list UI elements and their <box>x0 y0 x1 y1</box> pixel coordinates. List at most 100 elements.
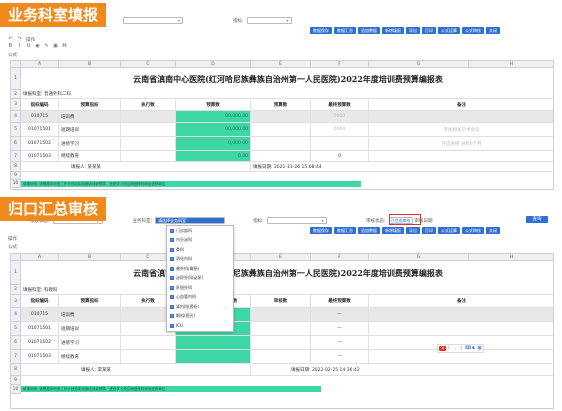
cell-code[interactable]: 01071503 <box>21 151 59 162</box>
cell-indicator[interactable]: 短期培训 <box>59 123 121 137</box>
append-button[interactable]: 追加数据 <box>358 27 380 34</box>
formula-calc-button[interactable]: 公式运算 <box>438 227 460 234</box>
moon-icon[interactable]: ☾ <box>447 346 452 351</box>
keyboard-icon[interactable]: ⌨ <box>465 346 472 351</box>
cell-budget-2[interactable] <box>251 111 311 123</box>
col-header-f[interactable]: F <box>311 254 369 261</box>
cell-budget[interactable]: 00,000.00 <box>176 111 251 123</box>
close-button[interactable]: 关闭 <box>486 27 500 34</box>
cell-budget[interactable]: 00,000.00 <box>176 123 251 137</box>
summary-button[interactable]: 数据汇总 <box>334 27 356 34</box>
col-header-h[interactable]: H <box>469 254 553 261</box>
print-button[interactable]: 打印 <box>422 27 436 34</box>
dropdown-option[interactable]: ✓ 眼科(视光) <box>167 312 233 322</box>
cell-budget[interactable] <box>176 350 251 364</box>
cell-final[interactable] <box>311 137 369 151</box>
cell-final[interactable]: 0 <box>311 151 369 162</box>
cell-budget-2[interactable] <box>251 123 311 137</box>
cell-note[interactable]: 外出进修 进修6个月 <box>369 137 553 151</box>
undo-icon[interactable]: ↶ <box>8 37 13 42</box>
cell-final[interactable]: 0000 <box>311 123 369 137</box>
query-button[interactable]: 查询 <box>526 216 548 223</box>
cell-final[interactable]: — <box>311 336 369 350</box>
cell-executed[interactable] <box>121 151 176 162</box>
filter-indicator-select[interactable]: ▾ <box>246 17 292 24</box>
dropdown-option[interactable]: ✓ 内分泌科 <box>167 236 233 246</box>
save-button[interactable]: 数据保存 <box>310 227 332 234</box>
cell-indicator[interactable]: 进修学习 <box>59 336 121 350</box>
col-header-e[interactable]: E <box>251 61 311 68</box>
image-icon[interactable]: ▣ <box>53 44 58 49</box>
cell-code[interactable]: 010715 <box>21 111 59 123</box>
grid-icon[interactable]: ▦ <box>477 346 482 351</box>
col-header-b[interactable]: B <box>59 254 121 261</box>
dropdown-option[interactable]: ✓ 普外科(胃肠) <box>167 264 233 274</box>
col-header-d[interactable]: D <box>176 61 251 68</box>
cell-note[interactable] <box>369 111 553 123</box>
col-header-a[interactable]: A <box>21 61 59 68</box>
cell-indicator[interactable]: 培训费 <box>59 308 121 322</box>
col-header-c[interactable]: C <box>121 61 176 68</box>
cell-audit[interactable] <box>251 336 311 350</box>
link-icon[interactable]: ⌘ <box>62 44 67 49</box>
print-button[interactable]: 打印 <box>422 227 436 234</box>
cell-final[interactable]: — <box>311 322 369 336</box>
dropdown-option[interactable]: ✓ 消化内科 <box>167 255 233 265</box>
filter-indicator-select[interactable]: ▾ <box>266 217 327 224</box>
cell-executed[interactable] <box>121 137 176 151</box>
col-header-e[interactable]: E <box>251 254 311 261</box>
cell-executed[interactable] <box>121 123 176 137</box>
cell-audit[interactable] <box>251 350 311 364</box>
eye-icon[interactable]: ◉ <box>35 44 40 49</box>
bold-icon[interactable]: B <box>8 44 13 49</box>
append-button[interactable]: 追加数据 <box>358 227 380 234</box>
cell-final[interactable]: 0000 <box>311 111 369 123</box>
dropdown-option[interactable]: ✓ 心血管内科 <box>167 293 233 303</box>
dropdown-option[interactable]: ✓ ICU <box>167 321 233 331</box>
formula-calc-button[interactable]: 公式运算 <box>438 27 460 34</box>
cell-code[interactable]: 01071502 <box>21 137 59 151</box>
export-button[interactable]: 导出 <box>406 227 420 234</box>
italic-icon[interactable]: I <box>17 44 22 49</box>
cell-budget[interactable]: 0,000.00 <box>176 137 251 151</box>
col-header-b[interactable]: B <box>59 61 121 68</box>
redo-icon[interactable]: ↷ <box>17 37 22 42</box>
cell-indicator[interactable]: 培训费 <box>59 111 121 123</box>
cell-indicator[interactable]: 继续教育 <box>59 350 121 364</box>
close-button[interactable]: 关闭 <box>486 227 500 234</box>
underline-icon[interactable]: U <box>26 44 31 49</box>
new-entry-button[interactable]: 新增填报 <box>382 227 404 234</box>
cell-budget[interactable]: 0.00 <box>176 151 251 162</box>
cell-audit[interactable] <box>251 322 311 336</box>
dropdown-option[interactable]: ✓ 肾内科(透析) <box>167 302 233 312</box>
pen-icon[interactable]: ✎ <box>44 44 49 49</box>
cell-final[interactable]: — <box>311 350 369 364</box>
cell-executed[interactable] <box>121 336 176 350</box>
summary-button[interactable]: 数据汇总 <box>334 227 356 234</box>
cell-indicator[interactable]: 进修学习 <box>59 137 121 151</box>
col-header-g[interactable]: G <box>369 61 469 68</box>
col-header-g[interactable]: G <box>369 254 469 261</box>
save-button[interactable]: 数据保存 <box>310 27 332 34</box>
cell-code[interactable]: 01071501 <box>21 123 59 137</box>
cell-indicator[interactable]: 继续教育 <box>59 151 121 162</box>
cell-indicator[interactable]: 短期培训 <box>59 322 121 336</box>
new-entry-button[interactable]: 新增填报 <box>382 27 404 34</box>
cell-executed[interactable] <box>121 350 176 364</box>
cell-audit[interactable] <box>251 308 311 322</box>
microphone-icon[interactable]: ♪ <box>459 346 464 351</box>
formula-audit-button[interactable]: 公式审核 <box>462 27 484 34</box>
cell-note[interactable] <box>369 151 553 162</box>
dropdown-option[interactable]: ✓ 门诊部科 <box>167 226 233 236</box>
col-header-f[interactable]: F <box>311 61 369 68</box>
dropdown-option[interactable]: ✓ 骨科 <box>167 245 233 255</box>
cell-code[interactable]: 010715 <box>21 308 59 322</box>
col-header-h[interactable]: H <box>469 61 553 68</box>
cell-budget-2[interactable] <box>251 151 311 162</box>
cell-note[interactable] <box>369 322 553 336</box>
dropdown-option[interactable]: ✓ 泌尿外科(泌尿) <box>167 274 233 284</box>
cell-note[interactable]: 参加相关学术会议 <box>369 123 553 137</box>
filter-select-top[interactable]: ▾ <box>123 17 183 24</box>
cell-executed[interactable] <box>121 111 176 123</box>
col-header-a[interactable]: A <box>21 254 59 261</box>
